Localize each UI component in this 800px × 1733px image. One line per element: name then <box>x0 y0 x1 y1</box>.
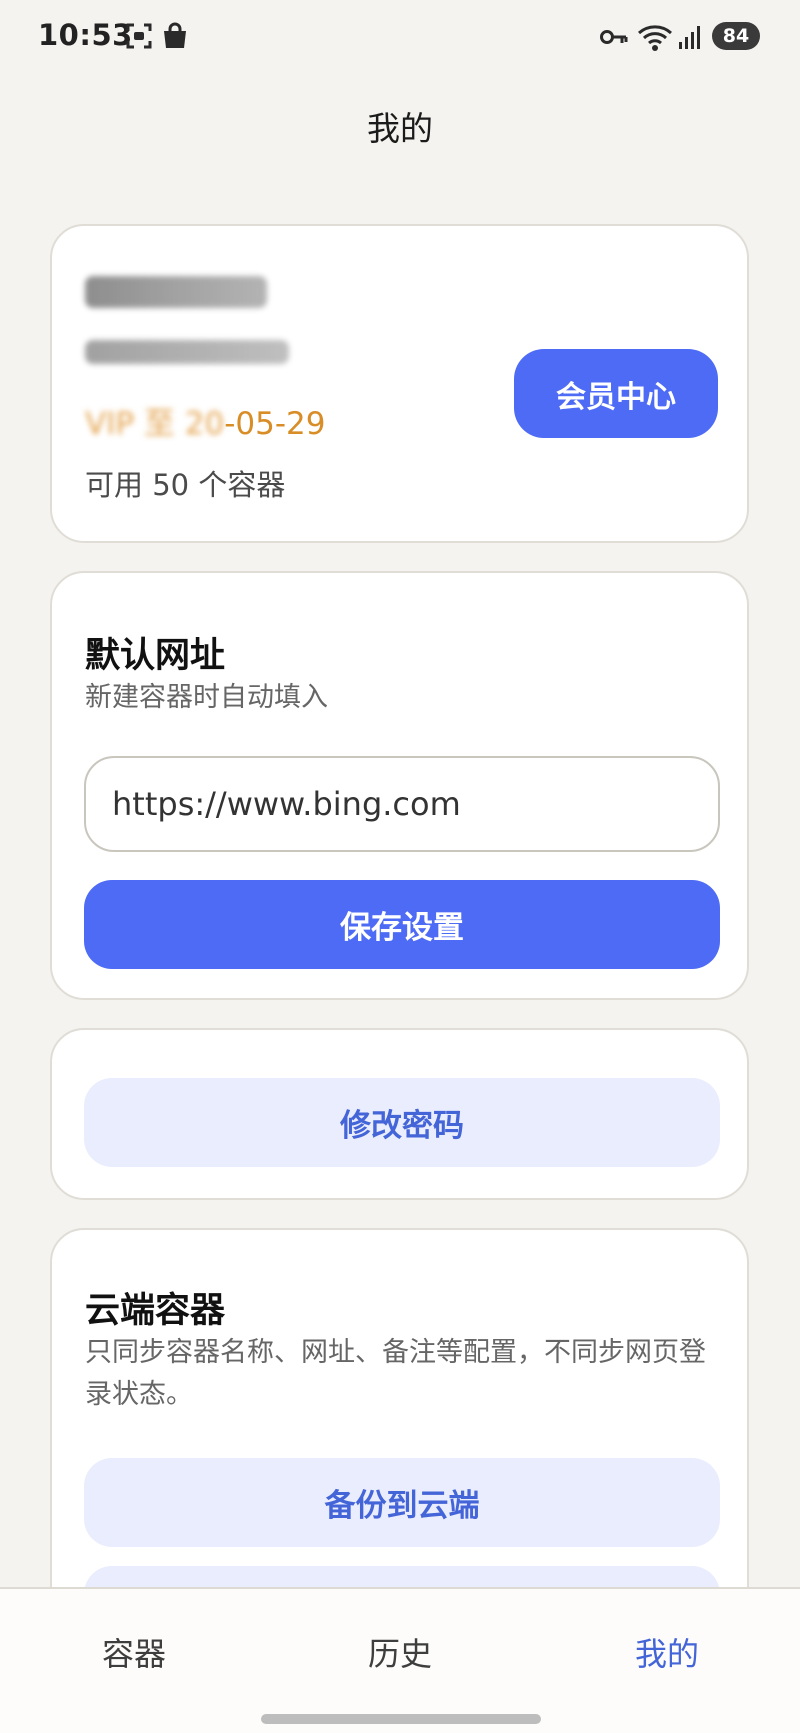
signal-icon <box>678 24 704 54</box>
backup-to-cloud-button[interactable]: 备份到云端 <box>84 1458 720 1547</box>
save-settings-button[interactable]: 保存设置 <box>84 880 720 969</box>
cloud-description: 只同步容器名称、网址、备注等配置，不同步网页登录状态。 <box>85 1337 706 1410</box>
nav-item-history[interactable]: 历史 <box>368 1629 432 1675</box>
vip-expiry-date: -05-29 <box>224 406 326 442</box>
default-url-title: 默认网址 <box>85 636 226 676</box>
username-redacted <box>85 276 267 308</box>
page-title: 我的 <box>367 109 433 148</box>
account-redacted <box>85 340 289 364</box>
cloud-card: 云端容器 只同步容器名称、网址、备注等配置，不同步网页登录状态。 备份到云端 <box>50 1228 749 1587</box>
shopping-bag-icon <box>162 22 188 54</box>
cloud-action-button[interactable] <box>84 1566 720 1587</box>
nav-item-containers[interactable]: 容器 <box>102 1629 166 1675</box>
member-center-button[interactable]: 会员中心 <box>514 349 718 438</box>
wifi-icon <box>637 22 673 56</box>
status-bar: 10:53 84 <box>0 0 800 76</box>
default-url-input[interactable] <box>84 756 720 852</box>
key-icon <box>600 28 628 50</box>
vip-expiry: VIP 至 20-05-29 <box>85 398 325 443</box>
cloud-title: 云端容器 <box>85 1291 226 1331</box>
default-url-description: 新建容器时自动填入 <box>85 682 328 713</box>
scroll-content[interactable]: VIP 至 20-05-29 可用 50 个容器 会员中心 默认网址 新建容器时… <box>0 0 800 1587</box>
bottom-nav: 容器 历史 我的 <box>0 1587 800 1733</box>
screenshot-icon <box>125 22 153 54</box>
status-time: 10:53 <box>38 18 133 52</box>
password-card: 修改密码 <box>50 1028 749 1200</box>
battery-icon: 84 <box>712 22 760 50</box>
change-password-button[interactable]: 修改密码 <box>84 1078 720 1167</box>
user-card: VIP 至 20-05-29 可用 50 个容器 会员中心 <box>50 224 749 543</box>
vip-prefix-redacted: VIP 至 20 <box>85 406 225 442</box>
default-url-card: 默认网址 新建容器时自动填入 保存设置 <box>50 571 749 1000</box>
home-indicator[interactable] <box>261 1714 541 1724</box>
nav-item-mine[interactable]: 我的 <box>635 1629 699 1675</box>
containers-available: 可用 50 个容器 <box>85 468 286 502</box>
